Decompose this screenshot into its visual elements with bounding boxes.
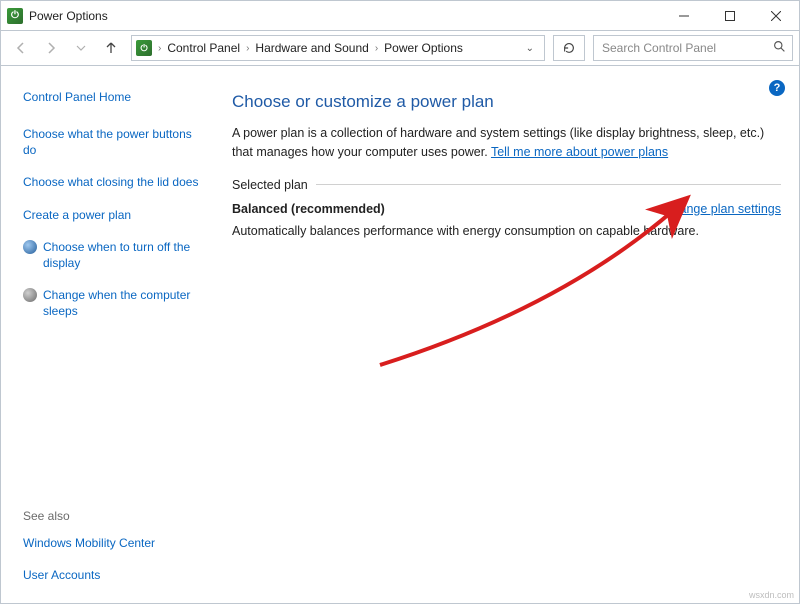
power-icon: ⏻ (136, 40, 152, 56)
plan-description: Automatically balances performance with … (232, 222, 781, 241)
sidebar-computer-sleeps: Change when the computer sleeps (43, 287, 202, 319)
page-heading: Choose or customize a power plan (232, 92, 781, 112)
plan-name: Balanced (recommended) (232, 202, 385, 216)
address-dropdown-icon[interactable]: ⌄ (520, 43, 540, 54)
divider (316, 184, 781, 185)
selected-plan-label: Selected plan (232, 178, 781, 192)
selected-plan-text: Selected plan (232, 178, 308, 192)
titlebar: ⏻ Power Options (0, 0, 800, 30)
see-also-accounts[interactable]: User Accounts (23, 567, 202, 583)
sidebar-closing-lid[interactable]: Choose what closing the lid does (23, 174, 202, 190)
main-panel: Choose or customize a power plan A power… (216, 66, 799, 603)
sidebar: Control Panel Home Choose what the power… (1, 66, 216, 603)
sidebar-create-plan[interactable]: Create a power plan (23, 207, 202, 223)
sidebar-computer-sleeps-row[interactable]: Change when the computer sleeps (23, 287, 202, 319)
search-input[interactable]: Search Control Panel (593, 35, 793, 61)
refresh-icon (562, 41, 576, 55)
forward-button[interactable] (37, 34, 65, 62)
history-dropdown[interactable] (67, 34, 95, 62)
search-placeholder: Search Control Panel (602, 41, 716, 55)
chevron-icon[interactable]: › (244, 43, 251, 54)
minimize-button[interactable] (661, 1, 707, 31)
page-description: A power plan is a collection of hardware… (232, 124, 781, 162)
up-button[interactable] (97, 34, 125, 62)
sidebar-turn-off-display: Choose when to turn off the display (43, 239, 202, 271)
address-bar[interactable]: ⏻ › Control Panel › Hardware and Sound ›… (131, 35, 545, 61)
chevron-icon[interactable]: › (156, 43, 163, 54)
display-icon (23, 240, 37, 254)
control-panel-home-link[interactable]: Control Panel Home (23, 90, 202, 104)
plan-row: Balanced (recommended) Change plan setti… (232, 202, 781, 216)
search-icon[interactable] (773, 40, 786, 56)
see-also-mobility[interactable]: Windows Mobility Center (23, 535, 202, 551)
navbar: ⏻ › Control Panel › Hardware and Sound ›… (0, 30, 800, 66)
refresh-button[interactable] (553, 35, 585, 61)
window-title: Power Options (29, 9, 108, 23)
tell-me-more-link[interactable]: Tell me more about power plans (491, 145, 668, 159)
sidebar-turn-off-display-row[interactable]: Choose when to turn off the display (23, 239, 202, 271)
sidebar-power-buttons[interactable]: Choose what the power buttons do (23, 126, 202, 158)
change-plan-settings-link[interactable]: Change plan settings (664, 202, 781, 216)
breadcrumb-mid[interactable]: Hardware and Sound (255, 41, 368, 55)
chevron-icon[interactable]: › (373, 43, 380, 54)
content-area: ? Control Panel Home Choose what the pow… (0, 66, 800, 604)
watermark: wsxdn.com (749, 590, 794, 600)
see-also-heading: See also (23, 509, 202, 523)
breadcrumb-leaf[interactable]: Power Options (384, 41, 463, 55)
breadcrumb-root[interactable]: Control Panel (167, 41, 240, 55)
close-button[interactable] (753, 1, 799, 31)
power-icon: ⏻ (7, 8, 23, 24)
window-controls (661, 1, 799, 31)
maximize-button[interactable] (707, 1, 753, 31)
sleep-icon (23, 288, 37, 302)
back-button[interactable] (7, 34, 35, 62)
